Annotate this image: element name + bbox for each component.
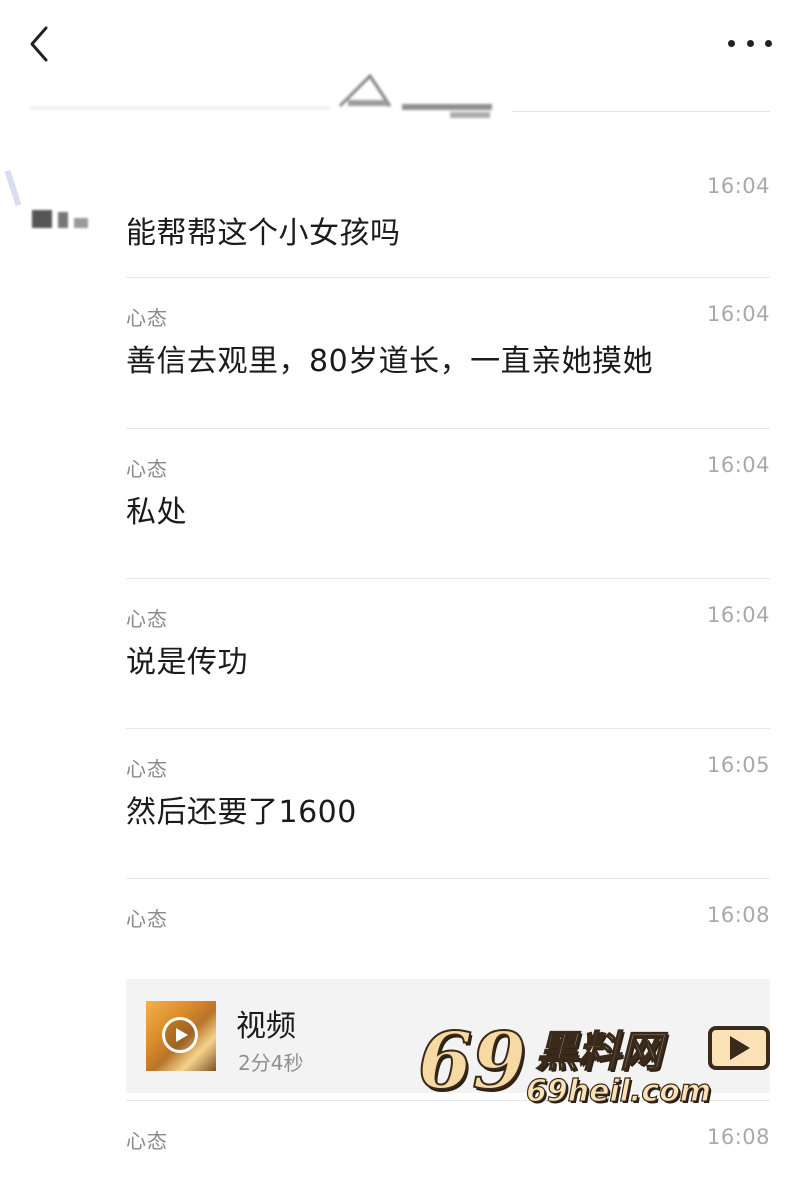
more-options-button[interactable] bbox=[728, 30, 772, 56]
message-time: 16:04 bbox=[706, 174, 770, 198]
message-text: 私处 bbox=[126, 495, 187, 530]
message-item: 16:04 能帮帮这个小女孩吗 bbox=[126, 150, 770, 278]
message-item: 心态 16:08 bbox=[126, 1101, 770, 1181]
message-feed: 16:04 能帮帮这个小女孩吗 心态 16:04 善信去观里，80岁道长，一直亲… bbox=[126, 150, 770, 1181]
message-text: 能帮帮这个小女孩吗 bbox=[126, 216, 401, 251]
video-thumbnail[interactable] bbox=[146, 1001, 216, 1071]
redacted-avatar bbox=[32, 210, 88, 228]
message-time: 16:08 bbox=[706, 903, 770, 927]
chevron-left-icon bbox=[30, 26, 48, 62]
message-time: 16:04 bbox=[706, 603, 770, 627]
sender-label: 心态 bbox=[126, 306, 168, 330]
sender-label: 心态 bbox=[126, 757, 168, 781]
video-card[interactable]: 视频 2分4秒 bbox=[126, 979, 770, 1093]
more-dot-icon bbox=[728, 39, 735, 47]
redacted-mark bbox=[4, 169, 22, 207]
sender-label: 心态 bbox=[126, 907, 168, 931]
message-text: 善信去观里，80岁道长，一直亲她摸她 bbox=[126, 344, 654, 379]
message-text: 说是传功 bbox=[126, 645, 248, 680]
video-title: 视频 bbox=[236, 1009, 296, 1044]
message-time: 16:08 bbox=[706, 1125, 770, 1149]
video-play-icon bbox=[162, 1017, 198, 1053]
video-duration: 2分4秒 bbox=[238, 1051, 304, 1075]
sender-label: 心态 bbox=[126, 457, 168, 481]
message-item: 心态 16:04 说是传功 bbox=[126, 579, 770, 729]
back-button[interactable] bbox=[22, 24, 58, 64]
more-dot-icon bbox=[765, 39, 772, 47]
message-item: 心态 16:08 视频 2分4秒 bbox=[126, 879, 770, 1101]
more-dot-icon bbox=[746, 39, 754, 47]
message-time: 16:04 bbox=[706, 302, 770, 326]
message-item: 心态 16:05 然后还要了1600 bbox=[126, 729, 770, 879]
message-time: 16:05 bbox=[706, 753, 770, 777]
message-item: 心态 16:04 私处 bbox=[126, 429, 770, 579]
sender-label: 心态 bbox=[126, 1129, 168, 1153]
message-time: 16:04 bbox=[706, 453, 770, 477]
message-text: 然后还要了1600 bbox=[126, 795, 357, 830]
header-divider bbox=[512, 111, 770, 112]
message-item: 心态 16:04 善信去观里，80岁道长，一直亲她摸她 bbox=[126, 278, 770, 429]
redacted-header-area bbox=[30, 73, 492, 118]
sender-label: 心态 bbox=[126, 607, 168, 631]
